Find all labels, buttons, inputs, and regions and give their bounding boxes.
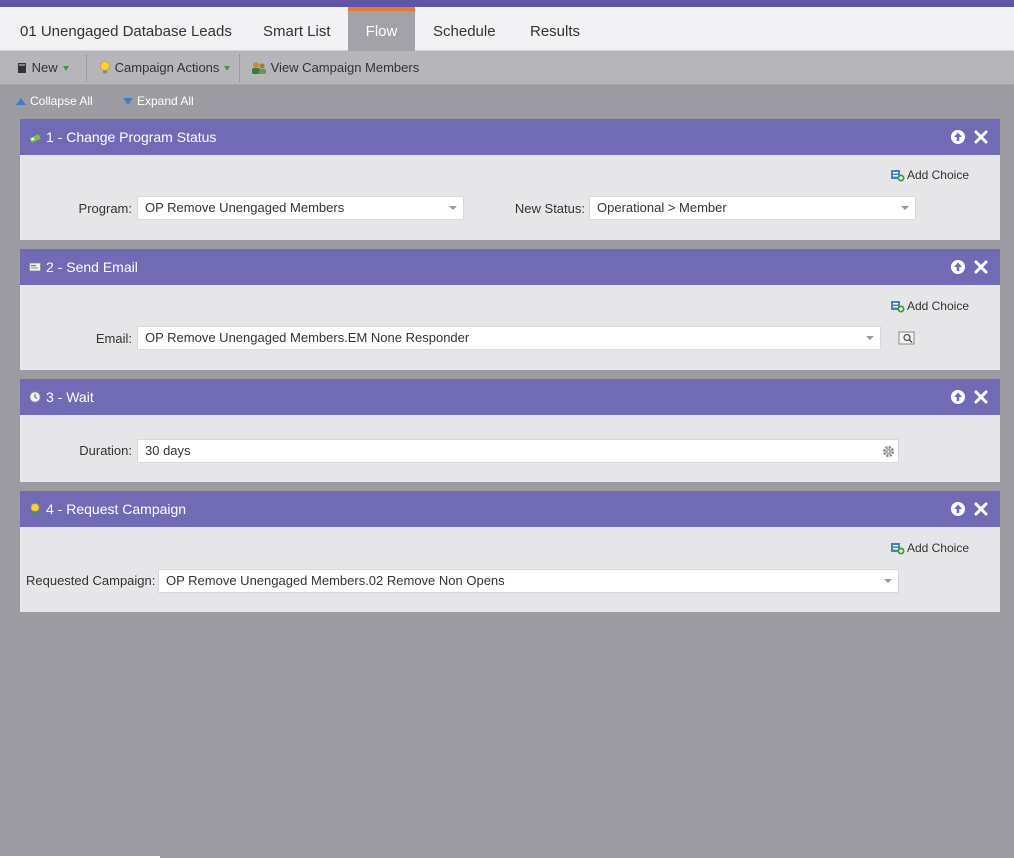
add-choice-icon <box>890 301 905 313</box>
new-status-value: Operational > Member <box>597 200 727 215</box>
tab-bar: 01 Unengaged Database Leads Smart List F… <box>0 7 1014 51</box>
top-accent-strip <box>0 0 1014 7</box>
delete-icon[interactable] <box>973 259 989 275</box>
flow-step-wait: 3 - Wait Duration: 30 days <box>20 379 1000 482</box>
move-up-icon[interactable] <box>950 259 966 275</box>
toolbar-divider <box>86 54 87 82</box>
delete-icon[interactable] <box>973 389 989 405</box>
new-label: New <box>31 60 58 75</box>
expand-icon <box>123 98 133 105</box>
new-status-select[interactable]: Operational > Member <box>589 196 916 220</box>
members-icon <box>252 62 266 74</box>
add-choice-button[interactable]: Add Choice <box>890 299 969 313</box>
toolbar: New Campaign Actions View Campaign Membe… <box>0 51 1014 85</box>
add-choice-label: Add Choice <box>906 168 969 182</box>
new-status-label: New Status: <box>514 201 585 216</box>
move-up-icon[interactable] <box>950 501 966 517</box>
flow-step-send-email: 2 - Send Email Add Choice Email: OP Remo… <box>20 249 1000 370</box>
program-label: Program: <box>78 201 132 216</box>
requested-campaign-select[interactable]: OP Remove Unengaged Members.02 Remove No… <box>158 569 899 593</box>
view-campaign-members-button[interactable]: View Campaign Members <box>251 51 419 84</box>
chevron-down-icon <box>866 336 874 340</box>
gear-icon[interactable] <box>882 445 895 458</box>
add-choice-label: Add Choice <box>906 541 969 555</box>
lightbulb-icon <box>30 503 40 515</box>
view-campaign-members-label: View Campaign Members <box>270 60 420 75</box>
step-body: Add Choice Requested Campaign: OP Remove… <box>20 527 1000 612</box>
delete-icon[interactable] <box>973 501 989 517</box>
flow-step-change-program-status: 1 - Change Program Status Add Choice Pro… <box>20 119 1000 240</box>
campaign-actions-button[interactable]: Campaign Actions <box>99 51 231 84</box>
email-label: Email: <box>95 331 132 346</box>
add-choice-icon <box>890 543 905 555</box>
toolbar-divider <box>239 54 240 82</box>
add-choice-label: Add Choice <box>906 299 969 313</box>
email-icon <box>29 262 41 272</box>
email-select[interactable]: OP Remove Unengaged Members.EM None Resp… <box>137 326 881 350</box>
step-header: 2 - Send Email <box>20 249 1000 285</box>
new-button[interactable]: New <box>16 51 69 84</box>
expand-all-button[interactable]: Expand All <box>123 94 194 108</box>
step-header: 1 - Change Program Status <box>20 119 1000 155</box>
collapse-icon <box>16 98 26 105</box>
move-up-icon[interactable] <box>950 129 966 145</box>
step-header: 4 - Request Campaign <box>20 491 1000 527</box>
step-body: Duration: 30 days <box>20 415 1000 482</box>
new-dropdown-icon <box>62 66 69 72</box>
chevron-down-icon <box>884 579 892 583</box>
lightbulb-icon <box>100 61 110 74</box>
preview-email-icon[interactable] <box>898 331 915 345</box>
flow-step-request-campaign: 4 - Request Campaign Add Choice Requeste… <box>20 491 1000 612</box>
add-choice-button[interactable]: Add Choice <box>890 168 969 182</box>
tab-smart-list[interactable]: Smart List <box>247 7 347 51</box>
email-value: OP Remove Unengaged Members.EM None Resp… <box>145 330 470 345</box>
clock-icon <box>29 391 41 403</box>
chevron-down-icon <box>901 206 909 210</box>
add-choice-icon <box>890 170 905 182</box>
step-title: 3 - Wait <box>46 389 94 405</box>
flow-canvas: Collapse All Expand All 1 - Change Progr… <box>2 85 1014 858</box>
chevron-down-icon <box>449 206 457 210</box>
program-select[interactable]: OP Remove Unengaged Members <box>137 196 464 220</box>
step-title: 2 - Send Email <box>46 259 138 275</box>
tab-flow[interactable]: Flow <box>348 7 415 51</box>
tab-campaign-name[interactable]: 01 Unengaged Database Leads <box>4 7 248 51</box>
delete-icon[interactable] <box>973 129 989 145</box>
step-body: Add Choice Email: OP Remove Unengaged Me… <box>20 285 1000 370</box>
collapse-all-label: Collapse All <box>30 94 93 108</box>
tab-results[interactable]: Results <box>514 7 596 51</box>
step-body: Add Choice Program: OP Remove Unengaged … <box>20 155 1000 240</box>
add-choice-button[interactable]: Add Choice <box>890 541 969 555</box>
new-icon <box>18 63 26 73</box>
collapse-all-button[interactable]: Collapse All <box>16 94 93 108</box>
requested-campaign-value: OP Remove Unengaged Members.02 Remove No… <box>166 573 505 588</box>
step-header: 3 - Wait <box>20 379 1000 415</box>
step-title: 4 - Request Campaign <box>46 501 187 517</box>
duration-value: 30 days <box>145 443 191 458</box>
campaign-actions-label: Campaign Actions <box>114 60 220 75</box>
status-icon <box>29 134 41 143</box>
duration-label: Duration: <box>79 443 132 458</box>
step-title: 1 - Change Program Status <box>46 129 217 145</box>
duration-input[interactable]: 30 days <box>137 439 899 463</box>
requested-campaign-label: Requested Campaign: <box>26 573 156 588</box>
campaign-actions-dropdown-icon <box>224 66 231 72</box>
tab-schedule[interactable]: Schedule <box>417 7 512 51</box>
program-value: OP Remove Unengaged Members <box>145 200 345 215</box>
move-up-icon[interactable] <box>950 389 966 405</box>
expand-all-label: Expand All <box>137 94 194 108</box>
